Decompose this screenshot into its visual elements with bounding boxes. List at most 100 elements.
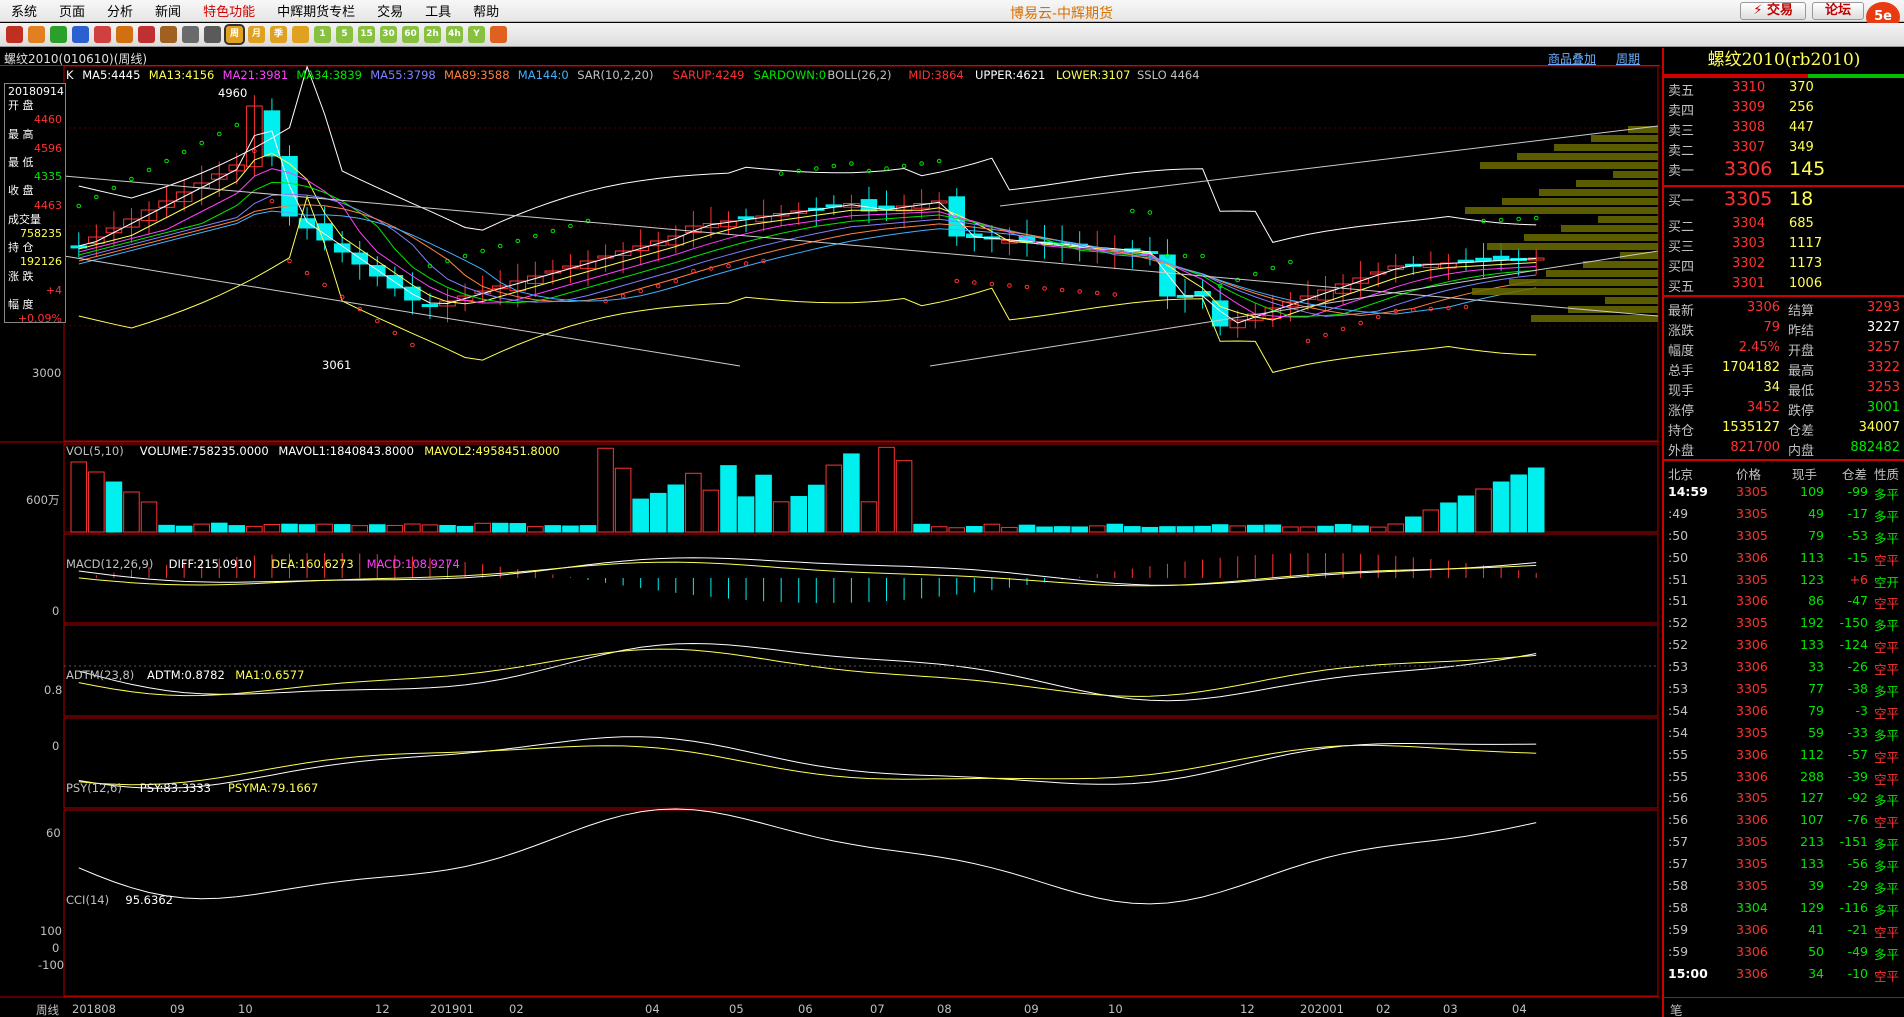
main-legend-2: MA13:4156	[148, 68, 215, 82]
volume-bar	[878, 446, 895, 533]
tick-row[interactable]: :54 3306 79 -3 空平	[1664, 701, 1904, 723]
x-icon-button[interactable]	[292, 26, 309, 43]
tick-v: 79	[1808, 702, 1824, 718]
menu-item-1[interactable]: 页面	[48, 1, 96, 20]
home-icon-button[interactable]	[6, 26, 23, 43]
tick-row[interactable]: 15:00 3306 34 -10 空平	[1664, 964, 1904, 986]
tick-row[interactable]: :59 3306 41 -21 空平	[1664, 920, 1904, 942]
sar-dot	[1305, 338, 1311, 344]
menu-item-0[interactable]: 系统	[0, 1, 48, 20]
tick-row[interactable]: :51 3306 86 -47 空平	[1664, 591, 1904, 613]
sar-dot	[515, 238, 521, 244]
trendline	[929, 250, 1659, 367]
filter-icon-button[interactable]	[138, 26, 155, 43]
grid-icon-button[interactable]	[204, 26, 221, 43]
forum-button[interactable]: 论坛	[1811, 2, 1864, 20]
tick-row[interactable]: :50 3305 79 -53 多平	[1664, 526, 1904, 548]
zoom-out-icon-button[interactable]	[94, 26, 111, 43]
ask-price: 3308	[1732, 120, 1766, 135]
tick-row[interactable]: :58 3305 39 -29 多平	[1664, 876, 1904, 898]
period-60min-button[interactable]: 60	[402, 26, 419, 43]
infobox-value-2: 4596	[34, 141, 62, 155]
period-30min-button[interactable]: 30	[380, 26, 397, 43]
tick-row[interactable]: :51 3305 123 +6 空开	[1664, 570, 1904, 592]
volume-bar	[1282, 526, 1299, 533]
tick-n: 多平	[1874, 487, 1900, 502]
tick-t: :51	[1668, 593, 1689, 609]
ask-row-3: 卖二 3307 349	[1664, 138, 1904, 159]
list-icon-button[interactable]	[182, 26, 199, 43]
tick-p: 3305	[1736, 527, 1768, 543]
tick-row[interactable]: :52 3305 192 -150 多平	[1664, 613, 1904, 635]
adtm-legend-1: ADTM:0.8782	[147, 668, 225, 682]
tick-n: 多平	[1874, 902, 1900, 918]
tick-row[interactable]: :54 3305 59 -33 多平	[1664, 723, 1904, 745]
bid-row-0: 买一 3305 18	[1664, 188, 1904, 214]
menu-item-5[interactable]: 中辉期货专栏	[266, 1, 366, 20]
calc-icon-button[interactable]	[490, 26, 507, 43]
month-icon-button[interactable]: 月	[248, 26, 265, 43]
pen-icon-button[interactable]	[160, 26, 177, 43]
tick-row[interactable]: :50 3306 113 -15 空平	[1664, 548, 1904, 570]
tick-t: :50	[1668, 549, 1689, 565]
tick-row[interactable]: 14:59 3305 109 -99 多平	[1664, 482, 1904, 504]
volume-profile-bar	[1605, 297, 1658, 304]
tick-row[interactable]: :49 3305 49 -17 多平	[1664, 504, 1904, 526]
tick-row[interactable]: :57 3305 213 -151 多平	[1664, 832, 1904, 854]
volume-bar	[1229, 525, 1246, 533]
menu-item-6[interactable]: 交易	[366, 1, 414, 20]
kline-chart[interactable]	[0, 66, 1660, 1017]
volume-profile-bar	[1554, 144, 1658, 151]
zoom-in-icon-button[interactable]	[72, 26, 89, 43]
overlay-link[interactable]: 商品叠加	[1548, 50, 1596, 67]
tick-row[interactable]: :59 3306 50 -49 多平	[1664, 942, 1904, 964]
candle-body	[860, 199, 878, 212]
stat-row-2: 幅度 2.45% 开盘 3257	[1664, 338, 1904, 359]
tick-row[interactable]: :55 3306 288 -39 空平	[1664, 767, 1904, 789]
menu-item-8[interactable]: 帮助	[462, 1, 510, 20]
sar-dot	[480, 248, 485, 254]
period-1min-button[interactable]: 1	[314, 26, 331, 43]
menu-item-4[interactable]: 特色功能	[192, 1, 266, 20]
indicator-icon-button[interactable]	[116, 26, 133, 43]
trade-button[interactable]: ⚡ 交易	[1740, 2, 1806, 20]
tick-row[interactable]: :55 3306 112 -57 空平	[1664, 745, 1904, 767]
refresh-icon-button[interactable]	[50, 26, 67, 43]
sar-dot	[287, 258, 292, 264]
high-annotation: 4960	[218, 86, 248, 100]
stat-value: 3452	[1746, 400, 1780, 415]
volume-profile-bar	[1620, 252, 1658, 259]
tick-d: -53	[1847, 527, 1868, 543]
tick-row[interactable]: :53 3306 33 -26 空平	[1664, 657, 1904, 679]
menu-item-2[interactable]: 分析	[96, 1, 144, 20]
tick-v: 112	[1800, 746, 1824, 762]
period-link[interactable]: 周期	[1616, 50, 1640, 67]
quarter-icon-button[interactable]: 季	[270, 26, 287, 43]
period-5min-button[interactable]: 5	[336, 26, 353, 43]
year-icon-button[interactable]: Y	[468, 26, 485, 43]
week-icon-button[interactable]: 周	[224, 24, 245, 45]
tick-row[interactable]: :57 3305 133 -56 多平	[1664, 854, 1904, 876]
tick-row[interactable]: :56 3305 127 -92 多平	[1664, 788, 1904, 810]
tick-row[interactable]: :52 3306 133 -124 空平	[1664, 635, 1904, 657]
ask-row-1: 卖四 3309 256	[1664, 98, 1904, 119]
menu-item-7[interactable]: 工具	[414, 1, 462, 20]
stat-label: 仓差	[1788, 424, 1815, 439]
infobox-label-8: 幅 度	[8, 298, 34, 312]
folder-icon-button[interactable]	[28, 26, 45, 43]
volume-bar	[246, 525, 263, 533]
period-4h-button[interactable]: 4h	[446, 26, 463, 43]
tick-t: :55	[1668, 746, 1689, 762]
app-window: 系统 页面 分析 新闻 特色功能 中辉期货专栏 交易 工具 帮助 博易云-中辉期货 ⚡ 交易 论…	[0, 0, 1904, 1017]
infobox-value-5: 758235	[20, 227, 62, 241]
stat-row-5: 涨停 3452 跌停 3001	[1664, 398, 1904, 419]
volume-bar	[1194, 525, 1211, 533]
tick-row[interactable]: :53 3305 77 -38 多平	[1664, 679, 1904, 701]
tick-row[interactable]: :56 3306 107 -76 空平	[1664, 810, 1904, 832]
tick-list[interactable]: 14:59 3305 109 -99 多平:49 3305 49 -17 多平:50 3305 79…	[1664, 482, 1904, 985]
period-15min-button[interactable]: 15	[358, 26, 375, 43]
period-2h-button[interactable]: 2h	[424, 26, 441, 43]
macd-legend-0: MACD(12,26,9)	[66, 557, 154, 571]
menu-item-3[interactable]: 新闻	[144, 1, 192, 20]
tick-row[interactable]: :58 3304 129 -116 多平	[1664, 898, 1904, 920]
